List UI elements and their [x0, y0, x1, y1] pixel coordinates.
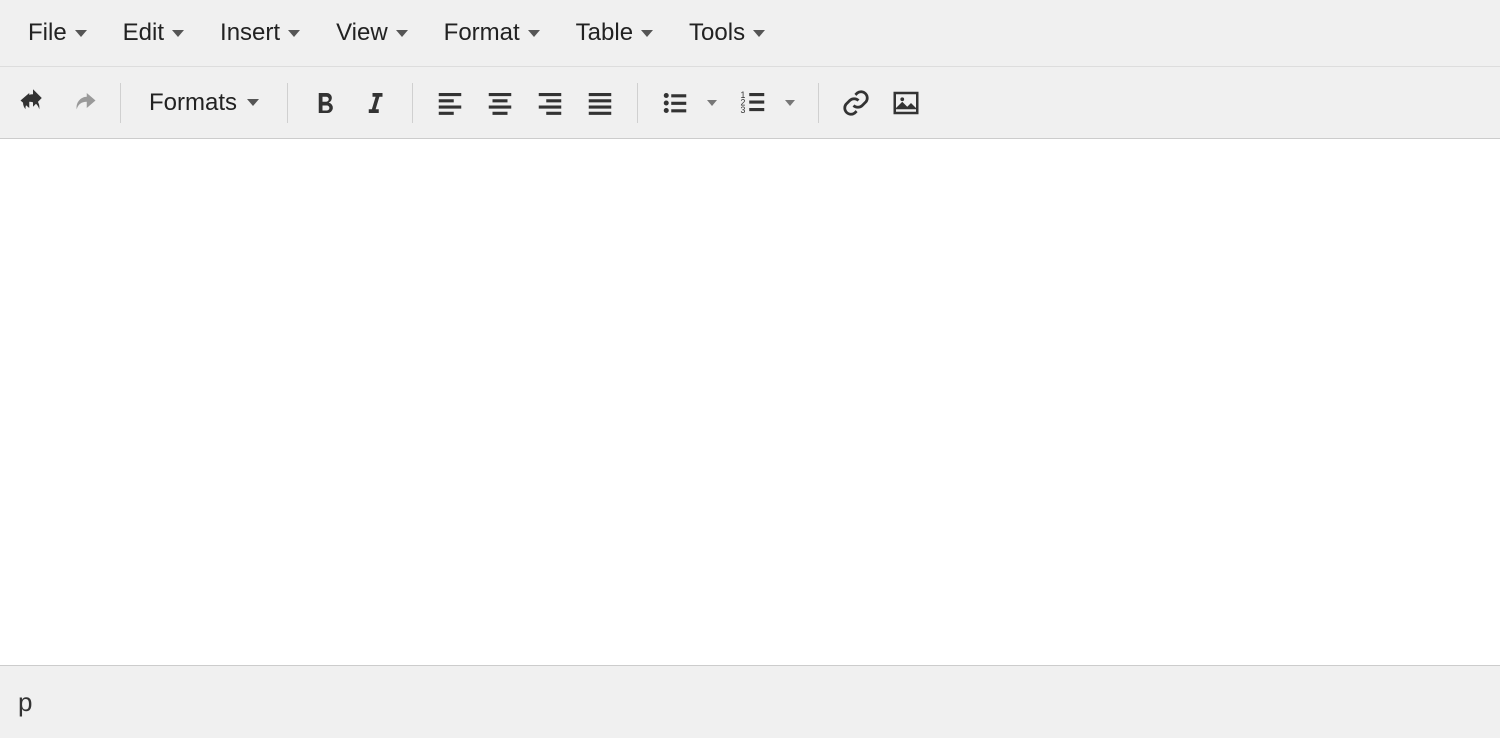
- menu-insert[interactable]: Insert: [202, 11, 318, 55]
- menu-format-label: Format: [444, 19, 520, 47]
- image-button[interactable]: [883, 80, 929, 126]
- align-right-button[interactable]: [527, 80, 573, 126]
- menu-table-label: Table: [576, 19, 633, 47]
- link-button[interactable]: [833, 80, 879, 126]
- bullet-list-icon: [660, 88, 690, 118]
- divider: [412, 83, 413, 123]
- menu-view-label: View: [336, 19, 388, 47]
- menu-tools[interactable]: Tools: [671, 11, 783, 55]
- statusbar: p: [0, 665, 1500, 738]
- italic-icon: [360, 88, 390, 118]
- chevron-down-icon: [288, 30, 300, 37]
- formats-label: Formats: [149, 89, 237, 117]
- element-path[interactable]: p: [18, 687, 32, 718]
- align-justify-button[interactable]: [577, 80, 623, 126]
- menu-file-label: File: [28, 19, 67, 47]
- chevron-down-icon: [785, 100, 795, 106]
- align-center-icon: [485, 88, 515, 118]
- align-right-icon: [535, 88, 565, 118]
- toolbar-list-group: 1 2 3: [652, 80, 804, 126]
- toolbar-text-style-group: [302, 80, 398, 126]
- menu-edit[interactable]: Edit: [105, 11, 202, 55]
- align-justify-icon: [585, 88, 615, 118]
- chevron-down-icon: [172, 30, 184, 37]
- svg-text:3: 3: [741, 105, 746, 115]
- menu-format[interactable]: Format: [426, 11, 558, 55]
- chevron-down-icon: [707, 100, 717, 106]
- link-icon: [841, 88, 871, 118]
- italic-button[interactable]: [352, 80, 398, 126]
- numbered-list-dropdown[interactable]: [776, 80, 804, 126]
- image-icon: [891, 88, 921, 118]
- align-left-button[interactable]: [427, 80, 473, 126]
- editor-content-area[interactable]: [0, 139, 1500, 665]
- divider: [120, 83, 121, 123]
- redo-button[interactable]: [60, 80, 106, 126]
- toolbar-format-group: Formats: [135, 80, 273, 126]
- toolbar: Formats: [0, 67, 1500, 139]
- chevron-down-icon: [641, 30, 653, 37]
- chevron-down-icon: [753, 30, 765, 37]
- menu-insert-label: Insert: [220, 19, 280, 47]
- numbered-list-button[interactable]: 1 2 3: [730, 80, 776, 126]
- align-center-button[interactable]: [477, 80, 523, 126]
- bullet-list-dropdown[interactable]: [698, 80, 726, 126]
- chevron-down-icon: [396, 30, 408, 37]
- align-left-icon: [435, 88, 465, 118]
- divider: [637, 83, 638, 123]
- formats-dropdown[interactable]: Formats: [135, 80, 273, 126]
- menu-edit-label: Edit: [123, 19, 164, 47]
- numbered-list-icon: 1 2 3: [738, 88, 768, 118]
- toolbar-align-group: [427, 80, 623, 126]
- chevron-down-icon: [75, 30, 87, 37]
- undo-button[interactable]: [10, 80, 56, 126]
- divider: [818, 83, 819, 123]
- bold-button[interactable]: [302, 80, 348, 126]
- bold-icon: [310, 88, 340, 118]
- redo-icon: [68, 88, 98, 118]
- menu-tools-label: Tools: [689, 19, 745, 47]
- undo-icon: [18, 88, 48, 118]
- menu-file[interactable]: File: [10, 11, 105, 55]
- toolbar-insert-group: [833, 80, 929, 126]
- chevron-down-icon: [247, 99, 259, 106]
- menubar: File Edit Insert View Format Table Tools: [0, 0, 1500, 67]
- bullet-list-button[interactable]: [652, 80, 698, 126]
- menu-table[interactable]: Table: [558, 11, 671, 55]
- chevron-down-icon: [528, 30, 540, 37]
- divider: [287, 83, 288, 123]
- toolbar-history-group: [10, 80, 106, 126]
- menu-view[interactable]: View: [318, 11, 426, 55]
